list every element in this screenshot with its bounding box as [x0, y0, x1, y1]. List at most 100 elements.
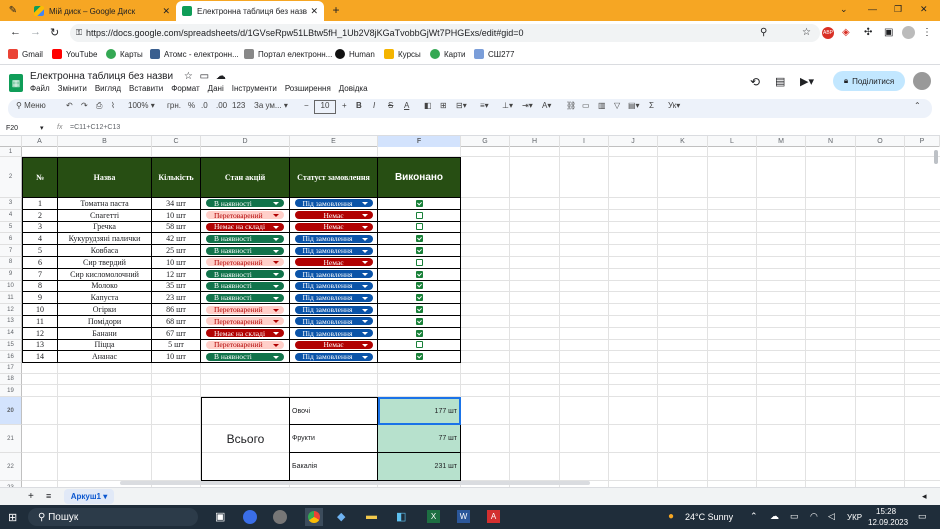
column-header-j[interactable]: J — [609, 136, 658, 147]
stock-status-dropdown[interactable]: В наявності — [206, 293, 284, 302]
back-icon[interactable]: ← — [10, 26, 21, 38]
strikethrough-button[interactable]: S — [388, 101, 393, 110]
weather-text[interactable]: 24°C Sunny — [685, 512, 733, 522]
cell-done[interactable] — [378, 351, 461, 364]
cell-number[interactable]: 3 — [22, 221, 58, 234]
stock-status-dropdown[interactable]: В наявності — [206, 281, 284, 290]
all-sheets-icon[interactable]: ≡ — [46, 491, 51, 501]
functions-icon[interactable]: Σ — [649, 101, 654, 110]
row-header-21[interactable]: 21 — [0, 425, 22, 454]
menu-file[interactable]: Файл — [30, 84, 50, 93]
pen-icon[interactable]: ✎ — [6, 4, 20, 17]
browser-tab-sheets[interactable]: Електронна таблиця без назв ✕ — [176, 1, 324, 21]
select-all-corner[interactable] — [0, 136, 22, 147]
column-header-o[interactable]: O — [856, 136, 905, 147]
row-header-18[interactable]: 18 — [0, 374, 22, 386]
stock-status-dropdown[interactable]: Немає на складі — [206, 222, 284, 231]
checkbox-unchecked[interactable] — [415, 258, 423, 266]
cell-stock-status[interactable]: Перетоварений — [201, 339, 290, 352]
formula-input[interactable]: =C11+C12+C13 — [70, 124, 120, 131]
menu-edit[interactable]: Змінити — [58, 84, 87, 93]
table-header-2[interactable]: Кількість — [152, 157, 201, 198]
chrome-icon[interactable] — [305, 508, 323, 526]
cell-quantity[interactable]: 10 шт — [152, 351, 201, 364]
font-size-increase[interactable]: + — [342, 101, 347, 110]
bookmark-courses[interactable]: Курсы — [384, 49, 421, 59]
row-header-14[interactable]: 14 — [0, 327, 22, 340]
summary-item-label[interactable]: Фрукти — [290, 425, 378, 454]
windows-start-icon[interactable]: ⊞ — [8, 511, 17, 524]
cell-name[interactable]: Спагетті — [58, 209, 152, 222]
row-header-20[interactable]: 20 — [0, 397, 22, 426]
column-header-g[interactable]: G — [461, 136, 510, 147]
cell-order-status[interactable]: Під замовлення — [290, 280, 378, 293]
volume-icon[interactable]: ◁ — [828, 511, 835, 522]
redo-icon[interactable]: ↷ — [81, 101, 88, 110]
column-header-e[interactable]: E — [290, 136, 378, 147]
chevron-down-icon[interactable]: ⌄ — [840, 4, 848, 15]
stock-status-dropdown[interactable]: Перетоварений — [206, 211, 284, 220]
adblock-icon[interactable]: ABP — [822, 27, 834, 39]
cell-name[interactable]: Капуста — [58, 292, 152, 305]
cloud-status-icon[interactable]: ☁ — [216, 71, 226, 82]
summary-item-label[interactable]: Овочі — [290, 397, 378, 426]
order-status-dropdown[interactable]: Під замовлення — [294, 293, 373, 302]
cell-order-status[interactable]: Немає — [290, 339, 378, 352]
cell-name[interactable]: Сир кисломолочний — [58, 268, 152, 281]
row-header-5[interactable]: 5 — [0, 221, 22, 234]
cell-order-status[interactable]: Під замовлення — [290, 245, 378, 257]
currency-button[interactable]: грн. — [167, 101, 181, 110]
checkbox-checked[interactable] — [415, 306, 423, 314]
vertical-align-icon[interactable]: ⊥▾ — [502, 101, 513, 110]
cell-done[interactable] — [378, 257, 461, 269]
collapse-toolbar-icon[interactable]: ⌃ — [914, 101, 921, 110]
cell-stock-status[interactable]: В наявності — [201, 268, 290, 281]
cell-order-status[interactable]: Немає — [290, 209, 378, 222]
cell-quantity[interactable]: 12 шт — [152, 268, 201, 281]
cell-number[interactable]: 9 — [22, 292, 58, 305]
row-header-13[interactable]: 13 — [0, 316, 22, 328]
filter-views-icon[interactable]: ▤▾ — [628, 101, 640, 110]
cell-name[interactable]: Кукурудзяні палички — [58, 233, 152, 246]
row-header-17[interactable]: 17 — [0, 363, 22, 375]
user-avatar[interactable] — [913, 72, 931, 90]
maximize-icon[interactable]: ❐ — [894, 4, 902, 15]
increase-decimal-button[interactable]: .00 — [216, 101, 227, 110]
cell-done[interactable] — [378, 280, 461, 293]
input-tools-icon[interactable]: Ук▾ — [668, 101, 680, 110]
cell-number[interactable]: 14 — [22, 351, 58, 364]
cell-quantity[interactable]: 5 шт — [152, 339, 201, 352]
cell-number[interactable]: 2 — [22, 209, 58, 222]
name-box[interactable]: F20 ▾ — [6, 124, 44, 132]
checkbox-checked[interactable] — [415, 282, 423, 290]
cell-name[interactable]: Гречка — [58, 221, 152, 234]
chart-icon[interactable]: ▥ — [598, 101, 606, 110]
checkbox-unchecked[interactable] — [415, 223, 423, 231]
comment-icon[interactable]: ▭ — [582, 101, 590, 110]
cell-number[interactable]: 12 — [22, 327, 58, 340]
stock-status-dropdown[interactable]: В наявності — [206, 270, 284, 279]
checkbox-checked[interactable] — [415, 235, 423, 243]
stock-status-dropdown[interactable]: Перетоварений — [206, 305, 284, 314]
order-status-dropdown[interactable]: Немає — [294, 211, 373, 220]
menu-insert[interactable]: Вставити — [129, 84, 163, 93]
stock-status-dropdown[interactable]: В наявності — [206, 234, 284, 243]
cell-done[interactable] — [378, 209, 461, 222]
cell-name[interactable]: Ананас — [58, 351, 152, 364]
cell-done[interactable] — [378, 233, 461, 246]
column-header-p[interactable]: P — [905, 136, 940, 147]
window-close-icon[interactable]: ✕ — [920, 4, 928, 15]
horizontal-scrollbar[interactable] — [120, 481, 590, 485]
bookmark-gmail[interactable]: Gmail — [8, 49, 43, 59]
row-header-12[interactable]: 12 — [0, 304, 22, 316]
bookmark-star-icon[interactable]: ☆ — [802, 27, 811, 38]
cell-name[interactable]: Помідори — [58, 316, 152, 328]
notification-icon[interactable]: ▭ — [918, 511, 927, 522]
cell-stock-status[interactable]: В наявності — [201, 292, 290, 305]
checkbox-checked[interactable] — [415, 329, 423, 337]
cell-stock-status[interactable]: В наявності — [201, 245, 290, 257]
order-status-dropdown[interactable]: Під замовлення — [294, 199, 373, 208]
cell-done[interactable] — [378, 221, 461, 234]
menu-extensions[interactable]: Розширення — [285, 84, 331, 93]
app-store-icon[interactable]: ◧ — [396, 510, 406, 523]
